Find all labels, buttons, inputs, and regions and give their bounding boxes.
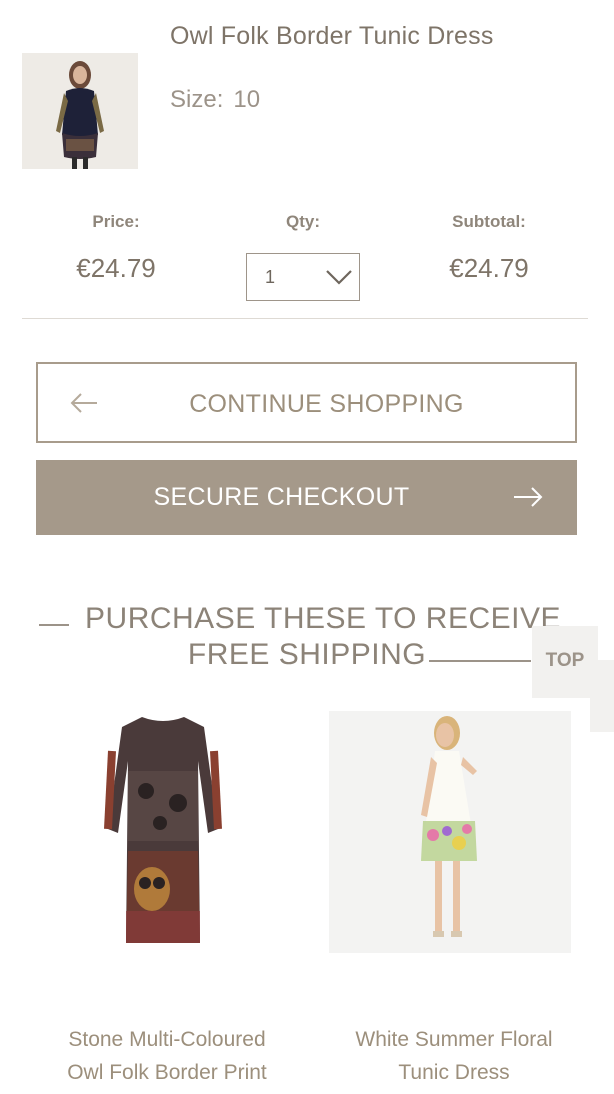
promo-heading-line2: FREE SHIPPING — [187, 638, 427, 671]
scroll-to-top-button[interactable]: TOP — [532, 626, 598, 698]
subtotal-label: Subtotal: — [452, 212, 526, 231]
heading-rule-right — [429, 660, 531, 662]
continue-shopping-button[interactable]: CONTINUE SHOPPING — [36, 362, 577, 443]
size-label: Size: — [170, 86, 224, 113]
recommended-product-title[interactable]: White Summer Floral Tunic Dress — [309, 1023, 599, 1089]
product-title-line: Owl Folk Border Print — [67, 1061, 267, 1084]
chevron-down-icon — [326, 270, 352, 285]
cart-item: Owl Folk Border Tunic Dress Size: 10 Pric… — [0, 0, 614, 320]
quantity-select[interactable]: 1 — [246, 253, 360, 301]
promo-heading-line1: PURCHASE THESE TO RECEIVE — [85, 602, 561, 635]
recommended-product-image[interactable] — [42, 711, 284, 953]
size-value: 10 — [233, 86, 261, 113]
quantity-value: 1 — [265, 267, 276, 287]
secure-checkout-label: SECURE CHECKOUT — [153, 483, 410, 511]
recommended-product-card[interactable]: Stone Multi-Coloured Owl Folk Border Pri… — [42, 711, 292, 1084]
subtotal-value: €24.79 — [449, 253, 529, 283]
product-title-line: Tunic Dress — [398, 1061, 510, 1084]
cart-item-size: Size: 10 — [170, 86, 260, 114]
recommended-product-card[interactable]: White Summer Floral Tunic Dress — [329, 711, 579, 1084]
product-title-line: Stone Multi-Coloured — [68, 1028, 266, 1051]
continue-shopping-label: CONTINUE SHOPPING — [189, 390, 464, 418]
cart-item-name[interactable]: Owl Folk Border Tunic Dress — [170, 22, 494, 51]
scroll-to-top-label: TOP — [545, 650, 585, 671]
price-value: €24.79 — [76, 253, 156, 283]
price-label: Price: — [92, 212, 140, 231]
cart-item-thumbnail[interactable] — [22, 53, 138, 169]
qty-label: Qty: — [286, 212, 320, 231]
divider — [22, 318, 588, 319]
arrow-right-icon — [514, 487, 543, 507]
recommended-product-image[interactable] — [329, 711, 571, 953]
product-title-line: White Summer Floral — [355, 1028, 553, 1051]
secure-checkout-button[interactable]: SECURE CHECKOUT — [36, 460, 577, 535]
recommended-product-title[interactable]: Stone Multi-Coloured Owl Folk Border Pri… — [22, 1023, 312, 1089]
